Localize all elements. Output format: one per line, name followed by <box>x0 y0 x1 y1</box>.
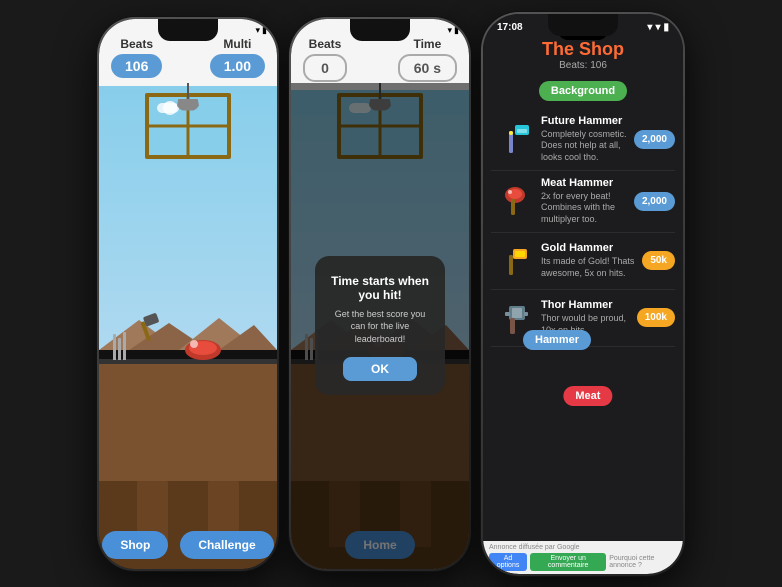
gold-hammer-svg <box>493 241 533 281</box>
shop-items-list: Future Hammer Completely cosmetic. Does … <box>483 109 683 541</box>
knife-2 <box>118 338 121 360</box>
knife-3 <box>123 332 126 360</box>
phone-3-screen: 17:08 ▾ ▾ ▮ The Shop Beats: 106 <box>483 14 683 574</box>
phone-3-inner: 17:08 ▾ ▾ ▮ The Shop Beats: 106 <box>483 14 683 574</box>
time-group: Time 60 s <box>398 37 457 82</box>
time-label: Time <box>413 37 441 51</box>
shop-time: 17:08 <box>497 22 523 33</box>
meat-hammer-icon <box>491 179 535 223</box>
phone-3-frame: 17:08 ▾ ▾ ▮ The Shop Beats: 106 <box>481 12 685 576</box>
phone2-status-icons: ▾ ▮ <box>448 25 459 36</box>
beats-group: Beats 106 <box>111 37 162 78</box>
ad-why-link[interactable]: Pourquoi cette annonce ? <box>609 555 677 569</box>
modal-box: Time starts when you hit! Get the best s… <box>315 256 445 396</box>
wifi-icon: ▾ <box>256 25 261 36</box>
future-hammer-desc: Completely cosmetic. Does not help at al… <box>541 129 628 164</box>
screens-container: Beats 106 17:08 ▾ ▮ Multi 1.00 <box>87 2 695 586</box>
notch-2 <box>350 19 410 41</box>
ad-comment-button[interactable]: Envoyer un commentaire <box>530 553 606 571</box>
knives <box>113 332 126 360</box>
wifi3-icon: ▾ <box>647 22 652 33</box>
shop-status-icons: ▾ ▾ ▮ <box>647 22 669 33</box>
thor-hammer-name: Thor Hammer <box>541 299 631 311</box>
phone-2: Beats 0 17:09 ▾ ▮ Time 60 s <box>291 19 469 569</box>
phone-2-frame: Beats 0 17:09 ▾ ▮ Time 60 s <box>289 17 471 571</box>
gold-hammer-info: Gold Hammer Its made of Gold! Thats awes… <box>541 242 636 279</box>
shop-item-meat-hammer: Meat Hammer 2x for every beat! Combines … <box>491 171 675 233</box>
gold-hammer-name: Gold Hammer <box>541 242 636 254</box>
meat-hammer-svg <box>493 181 533 221</box>
tab-hammer[interactable]: Hammer <box>523 330 591 350</box>
thor-hammer-price[interactable]: 100k <box>637 308 675 327</box>
multi-value: 1.00 <box>210 54 265 78</box>
meat-hammer-price[interactable]: 2,000 <box>634 192 675 211</box>
challenge-button[interactable]: Challenge <box>180 531 273 559</box>
phone-3: 17:08 ▾ ▾ ▮ The Shop Beats: 106 <box>483 14 683 574</box>
phone-1-frame: Beats 106 17:08 ▾ ▮ Multi 1.00 <box>97 17 279 571</box>
ad-buttons: Ad options Envoyer un commentaire Pourqu… <box>489 553 677 571</box>
counter-line <box>99 359 277 364</box>
modal-text: Get the best score you can for the live … <box>331 308 429 346</box>
future-hammer-name: Future Hammer <box>541 115 628 127</box>
time-value: 60 s <box>398 54 457 82</box>
tab-meat[interactable]: Meat <box>563 386 612 406</box>
shop-screen: 17:08 ▾ ▾ ▮ The Shop Beats: 106 <box>483 14 683 574</box>
game-scene-1 <box>99 83 277 569</box>
gold-hammer-icon <box>491 239 535 283</box>
notch-1 <box>158 19 218 41</box>
modal-title: Time starts when you hit! <box>331 274 429 302</box>
lamp <box>176 83 200 111</box>
future-hammer-price[interactable]: 2,000 <box>634 130 675 149</box>
beats-value: 106 <box>111 54 162 78</box>
ad-options-button[interactable]: Ad options <box>489 553 527 571</box>
future-hammer-icon <box>491 117 535 161</box>
ad-label: Annonce diffusée par Google <box>489 544 580 551</box>
tab-background[interactable]: Background <box>539 81 627 101</box>
shop-item-future-hammer: Future Hammer Completely cosmetic. Does … <box>491 109 675 171</box>
shop-button[interactable]: Shop <box>102 531 168 559</box>
phone-1-screen: Beats 106 17:08 ▾ ▮ Multi 1.00 <box>99 19 277 569</box>
meat-hammer-desc: 2x for every beat! Combines with the mul… <box>541 191 628 226</box>
meat-hammer-name: Meat Hammer <box>541 177 628 189</box>
phone-1: Beats 106 17:08 ▾ ▮ Multi 1.00 <box>99 19 277 569</box>
lamp-wire <box>187 83 189 99</box>
signal3-icon: ▾ <box>655 22 660 33</box>
shop-tabs: Hammer Meat Background <box>483 77 683 109</box>
shop-header: The Shop Beats: 106 <box>483 37 683 77</box>
beats2-value: 0 <box>303 54 347 82</box>
game-scene-2: Time starts when you hit! Get the best s… <box>291 83 469 569</box>
modal-overlay: Time starts when you hit! Get the best s… <box>291 83 469 569</box>
multi-group: Multi 1.00 <box>210 37 265 78</box>
future-hammer-info: Future Hammer Completely cosmetic. Does … <box>541 115 628 164</box>
notch-3 <box>548 14 618 36</box>
battery-icon: ▮ <box>262 25 267 36</box>
meat-hammer-info: Meat Hammer 2x for every beat! Combines … <box>541 177 628 226</box>
phone-1-inner: Beats 106 17:08 ▾ ▮ Multi 1.00 <box>99 19 277 569</box>
shop-subtitle: Beats: 106 <box>483 60 683 71</box>
beats2-group: Beats 0 <box>303 37 347 82</box>
wifi2-icon: ▾ <box>448 25 453 36</box>
lamp-shade <box>176 99 200 111</box>
multi-label: Multi <box>223 37 251 51</box>
battery3-icon: ▮ <box>663 22 669 33</box>
gold-hammer-desc: Its made of Gold! Thats awesome, 5x on h… <box>541 256 636 279</box>
shop-item-gold-hammer: Gold Hammer Its made of Gold! Thats awes… <box>491 233 675 290</box>
phone-2-screen: Beats 0 17:09 ▾ ▮ Time 60 s <box>291 19 469 569</box>
knife-1 <box>113 334 116 360</box>
future-hammer-svg <box>493 119 533 159</box>
gold-hammer-price[interactable]: 50k <box>642 251 675 270</box>
modal-ok-button[interactable]: OK <box>343 357 417 381</box>
shop-title: The Shop <box>483 39 683 60</box>
game-buttons: Shop Challenge <box>99 531 277 559</box>
beats2-label: Beats <box>309 37 342 51</box>
phone-2-inner: Beats 0 17:09 ▾ ▮ Time 60 s <box>291 19 469 569</box>
meat-counter <box>184 334 222 360</box>
battery2-icon: ▮ <box>454 25 459 36</box>
ad-bar: Annonce diffusée par Google Ad options E… <box>483 541 683 574</box>
phone1-status-icons: ▾ ▮ <box>256 25 267 36</box>
cloud-2 <box>163 101 177 115</box>
beats-label: Beats <box>120 37 153 51</box>
